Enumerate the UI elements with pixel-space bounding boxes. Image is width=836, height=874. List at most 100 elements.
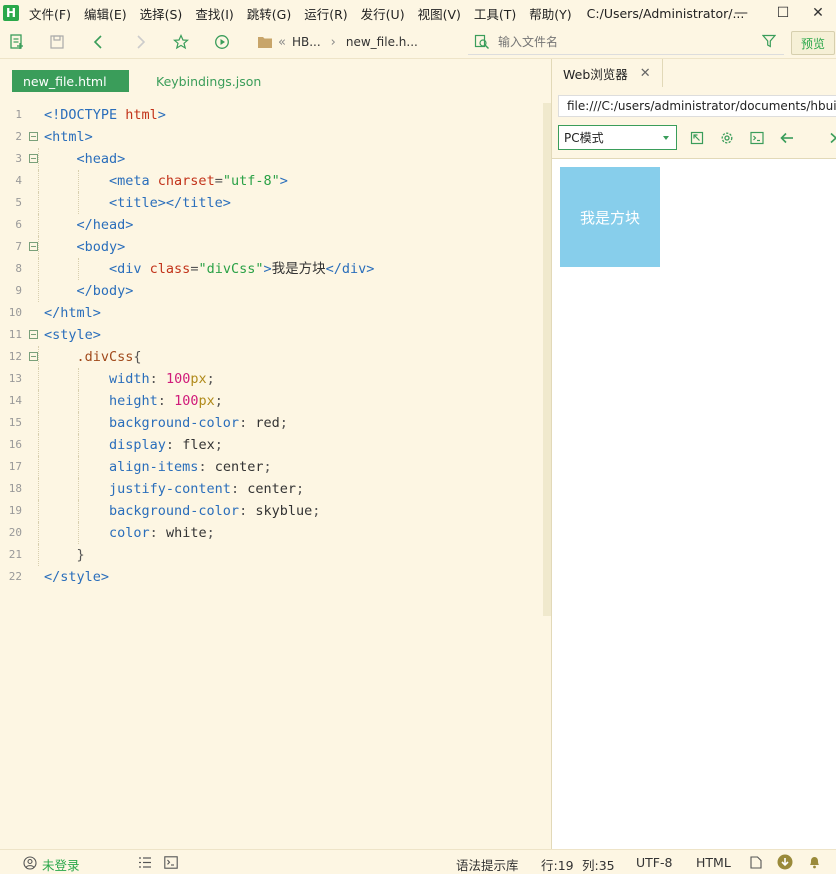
fold-toggle-icon[interactable]: [29, 242, 38, 251]
code-line[interactable]: 11 <style>: [0, 324, 540, 346]
tab-keybindings[interactable]: Keybindings.json: [156, 70, 261, 92]
code-token: class: [149, 261, 191, 277]
forward-icon[interactable]: [131, 33, 149, 51]
menu-item[interactable]: 编辑(E): [84, 4, 127, 23]
code-line[interactable]: 1 <!DOCTYPE html>: [0, 104, 540, 126]
line-number: 17: [8, 460, 22, 473]
download-icon[interactable]: [777, 854, 793, 873]
cursor-column[interactable]: 列:35: [582, 855, 615, 874]
language-mode[interactable]: HTML: [696, 855, 731, 870]
filter-icon[interactable]: [762, 34, 776, 48]
fold-toggle-icon[interactable]: [29, 154, 38, 163]
code-text: </body>: [44, 280, 134, 302]
open-external-icon[interactable]: [688, 129, 706, 147]
code-line[interactable]: 8 <div class="divCss">我是方块</div>: [0, 258, 540, 280]
bell-icon[interactable]: [808, 855, 821, 872]
code-text: <style>: [44, 324, 101, 346]
arrow-left-icon[interactable]: [778, 129, 796, 147]
menu-item[interactable]: 工具(T): [474, 4, 516, 23]
code-line[interactable]: 2 <html>: [0, 126, 540, 148]
code-line[interactable]: 10 </html>: [0, 302, 540, 324]
code-token: <!DOCTYPE: [44, 107, 126, 123]
tab-new-file[interactable]: new_file.html: [12, 70, 129, 92]
editor-scrollbar[interactable]: [543, 103, 551, 616]
url-bar[interactable]: file:///C:/users/administrator/documents…: [558, 95, 836, 117]
new-file-icon[interactable]: [8, 33, 26, 51]
code-token: center: [214, 459, 264, 475]
settings-gear-icon[interactable]: [718, 129, 736, 147]
breadcrumb-project[interactable]: HB...: [292, 35, 321, 49]
device-mode-select[interactable]: PC模式: [558, 125, 677, 150]
code-line[interactable]: 19 background-color: skyblue;: [0, 500, 540, 522]
code-line[interactable]: 21 }: [0, 544, 540, 566]
breadcrumb-prefix: «: [278, 34, 286, 50]
menu-item[interactable]: 选择(S): [140, 4, 183, 23]
back-icon[interactable]: [90, 33, 108, 51]
code-token: px: [198, 393, 215, 409]
star-icon[interactable]: [172, 33, 190, 51]
login-status[interactable]: 未登录: [42, 855, 80, 874]
code-line[interactable]: 12 .divCss{: [0, 346, 540, 368]
run-icon[interactable]: [213, 33, 231, 51]
code-line[interactable]: 22 </style>: [0, 566, 540, 588]
line-number: 7: [15, 240, 22, 253]
encoding-label[interactable]: UTF-8: [636, 855, 672, 870]
code-line[interactable]: 13 width: 100px;: [0, 368, 540, 390]
line-number: 20: [8, 526, 22, 539]
code-line[interactable]: 9 </body>: [0, 280, 540, 302]
tab-web-browser[interactable]: Web浏览器 ✕: [552, 59, 663, 87]
web-browser-pane: Web浏览器 ✕ file:///C:/users/administrator/…: [552, 59, 836, 849]
syntax-library-link[interactable]: 语法提示库: [456, 855, 519, 874]
indent-guide: [38, 148, 40, 170]
code-line[interactable]: 6 </head>: [0, 214, 540, 236]
code-token: <body>: [44, 239, 126, 255]
file-search-input[interactable]: [496, 34, 740, 50]
user-icon[interactable]: [23, 856, 37, 873]
fold-toggle-icon[interactable]: [29, 132, 38, 141]
code-line[interactable]: 4 <meta charset="utf-8">: [0, 170, 540, 192]
code-text: </html>: [44, 302, 101, 324]
menu-item[interactable]: 视图(V): [418, 4, 461, 23]
indent-guide: [38, 192, 40, 214]
file-icon[interactable]: [750, 856, 762, 872]
arrow-right-icon[interactable]: [824, 129, 836, 147]
code-line[interactable]: 5 <title></title>: [0, 192, 540, 214]
menu-item[interactable]: 运行(R): [304, 4, 347, 23]
menu-item[interactable]: 跳转(G): [247, 4, 291, 23]
code-line[interactable]: 18 justify-content: center;: [0, 478, 540, 500]
code-line[interactable]: 16 display: flex;: [0, 434, 540, 456]
browser-tab-close-icon[interactable]: ✕: [640, 66, 651, 81]
browser-tab-label: Web浏览器: [563, 66, 628, 82]
preview-button[interactable]: 预览: [791, 31, 835, 55]
fold-toggle-icon[interactable]: [29, 330, 38, 339]
code-text: color: white;: [44, 522, 215, 544]
menu-item[interactable]: 查找(I): [195, 4, 233, 23]
maximize-button[interactable]: ☐: [763, 0, 803, 26]
code-line[interactable]: 3 <head>: [0, 148, 540, 170]
code-token: ;: [312, 503, 321, 519]
menu-item[interactable]: 文件(F): [29, 4, 71, 23]
breadcrumb-file[interactable]: new_file.h...: [346, 35, 418, 49]
code-line[interactable]: 14 height: 100px;: [0, 390, 540, 412]
code-line[interactable]: 7 <body>: [0, 236, 540, 258]
close-button[interactable]: ✕: [798, 0, 836, 26]
save-icon[interactable]: [48, 33, 66, 51]
code-token: background-color: [44, 415, 240, 431]
code-line[interactable]: 15 background-color: red;: [0, 412, 540, 434]
fold-toggle-icon[interactable]: [29, 352, 38, 361]
cursor-line[interactable]: 行:19: [541, 855, 574, 874]
console-icon[interactable]: [748, 129, 766, 147]
terminal-icon[interactable]: [164, 856, 178, 872]
menu-item[interactable]: 帮助(Y): [529, 4, 571, 23]
menu-item[interactable]: 发行(U): [361, 4, 405, 23]
code-line[interactable]: 20 color: white;: [0, 522, 540, 544]
minimize-button[interactable]: —: [721, 0, 761, 26]
editor-pane: new_file.html Keybindings.json 1 <!DOCTYP…: [0, 59, 551, 849]
code-editor[interactable]: 1 <!DOCTYPE html> 2 <html> 3 <head> 4 <meta c…: [0, 104, 540, 588]
code-line[interactable]: 17 align-items: center;: [0, 456, 540, 478]
list-icon[interactable]: [138, 856, 152, 872]
line-number: 15: [8, 416, 22, 429]
code-text: display: flex;: [44, 434, 223, 456]
code-token: display: [44, 437, 166, 453]
line-number: 11: [8, 328, 22, 341]
